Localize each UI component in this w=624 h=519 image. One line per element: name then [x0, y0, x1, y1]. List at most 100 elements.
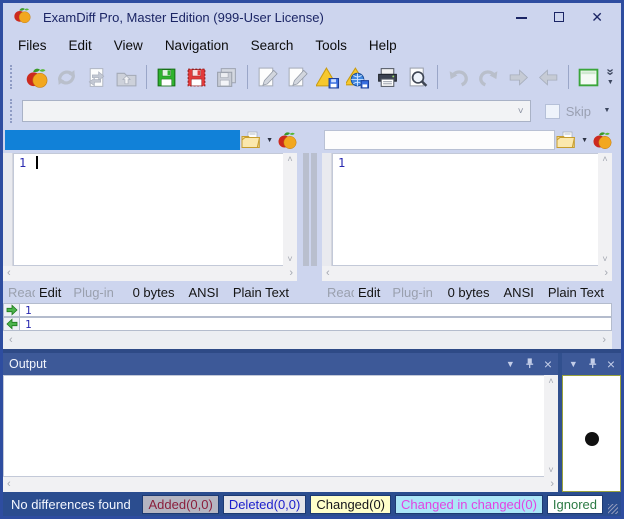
scroll-down-icon[interactable]: ˅ [548, 466, 553, 475]
right-vertical-scrollbar[interactable]: ˄ ˅ [598, 153, 612, 266]
close-panel-icon[interactable]: × [607, 359, 615, 369]
save-first-file-button[interactable] [152, 62, 182, 92]
right-browse-folder-button[interactable] [555, 129, 577, 151]
swap-panes-button[interactable] [81, 62, 111, 92]
pin-icon[interactable] [587, 357, 598, 371]
output-panel-header[interactable]: Output ▼ × [3, 353, 558, 375]
left-plugin-indicator[interactable]: Plug-in [73, 285, 113, 300]
right-encoding[interactable]: ANSI [504, 285, 534, 300]
save-differences-as-html-button[interactable] [342, 62, 372, 92]
print-button[interactable] [372, 62, 402, 92]
panel-menu-dropdown-icon[interactable]: ▼ [569, 359, 578, 369]
right-plugin-indicator[interactable]: Plug-in [392, 285, 432, 300]
recompare-button[interactable] [51, 62, 81, 92]
left-format[interactable]: Plain Text [233, 285, 289, 300]
skip-checkbox[interactable] [545, 104, 560, 119]
changed-in-changed-count-badge[interactable]: Changed in changed(0) [395, 495, 543, 514]
previous-difference-button[interactable] [533, 62, 563, 92]
left-browse-folder-button[interactable] [240, 129, 262, 151]
left-path-field[interactable] [5, 130, 240, 150]
name-filter-combobox[interactable]: ˅ [22, 100, 531, 122]
deleted-count-badge[interactable]: Deleted(0,0) [223, 495, 307, 514]
menu-files[interactable]: Files [7, 34, 58, 57]
filter-options-dropdown-icon[interactable]: ▼ [604, 107, 611, 115]
menu-navigation[interactable]: Navigation [154, 34, 240, 57]
copy-to-right-button[interactable] [3, 303, 20, 317]
toolbar-options-dropdown-icon[interactable]: ▼ [607, 79, 614, 87]
scroll-left-icon[interactable]: ‹ [7, 479, 11, 490]
minimize-button[interactable] [516, 10, 527, 24]
save-second-file-button[interactable] [182, 62, 212, 92]
left-editor-pane[interactable]: 1 ˄ ˅ [3, 153, 297, 266]
panel-menu-dropdown-icon[interactable]: ▼ [506, 359, 515, 369]
edit-second-file-button[interactable] [282, 62, 312, 92]
added-count-badge[interactable]: Added(0,0) [142, 495, 218, 514]
scroll-left-icon[interactable]: ‹ [326, 268, 330, 279]
copy-to-right-line-field[interactable]: 1 [20, 303, 612, 317]
menu-view[interactable]: View [103, 34, 154, 57]
scroll-left-icon[interactable]: ‹ [7, 268, 11, 279]
left-editor-line-1[interactable]: 1 [14, 154, 283, 170]
filter-bar-grip[interactable] [10, 99, 15, 123]
resize-grip[interactable] [608, 504, 618, 514]
output-panel-body[interactable] [3, 375, 544, 477]
save-differences-button[interactable] [312, 62, 342, 92]
scroll-up-icon[interactable]: ˄ [602, 155, 607, 164]
changed-count-badge[interactable]: Changed(0) [310, 495, 391, 514]
left-horizontal-scrollbar[interactable]: ‹ › [3, 266, 297, 281]
compare-files-button[interactable] [21, 62, 51, 92]
right-editor-pane[interactable]: 1 ˄ ˅ [322, 153, 612, 266]
scroll-right-icon[interactable]: › [550, 479, 554, 490]
menu-tools[interactable]: Tools [304, 34, 358, 57]
show-hide-panes-button[interactable] [574, 62, 604, 92]
copy-to-left-button[interactable] [3, 317, 20, 331]
scroll-right-icon[interactable]: › [604, 268, 608, 279]
close-panel-icon[interactable]: × [544, 359, 552, 369]
scroll-left-icon[interactable]: ‹ [9, 335, 13, 346]
merge-horizontal-scrollbar[interactable]: ‹ › [3, 331, 612, 349]
left-readonly-indicator[interactable]: Read [8, 285, 35, 300]
print-preview-button[interactable] [402, 62, 432, 92]
right-path-field[interactable] [324, 130, 555, 150]
toolbar-overflow-chevron-icon[interactable]: » [605, 68, 615, 75]
next-difference-button[interactable] [503, 62, 533, 92]
scroll-right-icon[interactable]: › [602, 335, 606, 346]
right-editor[interactable]: 1 [332, 153, 598, 266]
scroll-down-icon[interactable]: ˅ [602, 255, 607, 264]
undo-button[interactable] [443, 62, 473, 92]
edit-first-file-button[interactable] [252, 62, 282, 92]
statistics-panel-header[interactable]: ▼ × [562, 353, 621, 375]
left-vertical-scrollbar[interactable]: ˄ ˅ [283, 153, 297, 266]
left-encoding[interactable]: ANSI [189, 285, 219, 300]
menu-edit[interactable]: Edit [58, 34, 103, 57]
output-vertical-scrollbar[interactable]: ˄ ˅ [544, 375, 558, 477]
pin-icon[interactable] [524, 357, 535, 371]
copy-to-left-line-field[interactable]: 1 [20, 317, 612, 331]
scroll-down-icon[interactable]: ˅ [287, 255, 292, 264]
left-recompare-button[interactable] [277, 129, 297, 151]
left-edit-mode-indicator[interactable]: Edit [39, 285, 61, 300]
maximize-button[interactable] [554, 10, 564, 24]
save-both-files-button[interactable] [212, 62, 242, 92]
right-edit-mode-indicator[interactable]: Edit [358, 285, 380, 300]
right-recompare-button[interactable] [592, 129, 612, 151]
pane-splitter[interactable] [297, 153, 322, 266]
menu-help[interactable]: Help [358, 34, 408, 57]
menu-search[interactable]: Search [240, 34, 305, 57]
right-horizontal-scrollbar[interactable]: ‹ › [322, 266, 612, 281]
left-browse-dropdown-icon[interactable]: ▼ [262, 137, 277, 144]
left-editor[interactable]: 1 [13, 153, 283, 266]
toolbar-grip[interactable] [10, 65, 14, 89]
right-editor-line-1[interactable]: 1 [333, 154, 598, 170]
chevron-down-icon[interactable]: ˅ [512, 106, 530, 117]
right-format[interactable]: Plain Text [548, 285, 604, 300]
scroll-right-icon[interactable]: › [289, 268, 293, 279]
close-button[interactable]: ✕ [591, 10, 603, 24]
scroll-up-icon[interactable]: ˄ [548, 377, 553, 386]
right-readonly-indicator[interactable]: Read [327, 285, 354, 300]
open-files-button[interactable] [111, 62, 141, 92]
output-horizontal-scrollbar[interactable]: ‹ › [3, 477, 558, 492]
right-browse-dropdown-icon[interactable]: ▼ [577, 137, 592, 144]
ignored-badge[interactable]: Ignored [547, 495, 603, 514]
redo-button[interactable] [473, 62, 503, 92]
